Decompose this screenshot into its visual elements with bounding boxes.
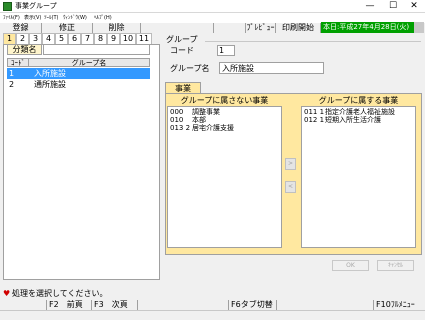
item-name: 短期入所生活介護 — [325, 116, 381, 124]
menu-file[interactable]: ﾌｧｲﾙ(F) — [3, 13, 20, 23]
tab-11[interactable]: 11 — [136, 33, 152, 44]
table-row[interactable]: 2 通所施設 — [7, 79, 150, 90]
list-item[interactable]: 012 1 短期入所生活介護 — [304, 117, 414, 125]
app-icon — [3, 2, 12, 11]
tab-6[interactable]: 6 — [68, 33, 81, 44]
row-name: 入所施設 — [34, 69, 66, 78]
ok-button[interactable]: OK — [332, 260, 369, 271]
category-input[interactable] — [43, 44, 150, 55]
group-name-label: グループ名 — [170, 64, 210, 73]
tab-2[interactable]: 2 — [16, 33, 29, 44]
modify-button[interactable]: 修正 — [42, 23, 93, 33]
tab-1[interactable]: 1 — [3, 33, 16, 44]
menu-view[interactable]: 表示(V) — [24, 13, 41, 23]
row-name: 通所施設 — [34, 80, 66, 89]
item-name: 指定介護老人福祉施設 — [325, 108, 395, 116]
register-button[interactable]: 登録 — [0, 23, 42, 33]
row-code: 2 — [9, 80, 15, 89]
group-divider — [205, 41, 421, 42]
toolbar-spacer — [141, 23, 214, 33]
tab-5[interactable]: 5 — [55, 33, 68, 44]
tab-7[interactable]: 7 — [81, 33, 94, 44]
window-title: 事業グループ — [15, 2, 57, 10]
list-item[interactable]: 000 調整事業 — [170, 109, 280, 117]
fkey-f2[interactable]: F2 前頁 — [47, 300, 92, 310]
cancel-button[interactable]: ｷｬﾝｾﾙ — [377, 260, 414, 271]
list-item[interactable]: 013 2 居宅介護支援 — [170, 125, 280, 133]
menu-help[interactable]: ﾍﾙﾌﾟ(H) — [94, 13, 112, 23]
fkey-lower-row — [0, 310, 425, 320]
tab-business[interactable]: 事業 — [165, 82, 201, 93]
move-right-button[interactable]: > — [285, 158, 296, 170]
item-name: 本部 — [192, 116, 206, 124]
fkey-f7-f9[interactable] — [277, 300, 374, 310]
heart-icon: ♥ — [3, 289, 11, 298]
delete-button[interactable]: 削除 — [93, 23, 141, 33]
status-message: 処理を選択してください。 — [12, 289, 108, 298]
close-button[interactable]: ✕ — [404, 0, 424, 13]
menu-window[interactable]: ｳｨﾝﾄﾞｳ(W) — [63, 13, 87, 23]
not-belong-header: グループに属さない事業 — [180, 96, 269, 105]
tab-9[interactable]: 9 — [107, 33, 120, 44]
not-belong-list[interactable]: 000 調整事業 010 本部 013 2 居宅介護支援 — [167, 106, 282, 248]
belong-header: グループに属する事業 — [318, 96, 399, 105]
group-name-field[interactable]: 入所施設 — [219, 62, 324, 74]
row-code: 1 — [9, 69, 15, 78]
category-label: 分類名 — [7, 44, 42, 55]
item-code: 010 — [170, 116, 184, 124]
table-row[interactable]: 1 入所施設 — [7, 68, 150, 79]
code-column-header[interactable]: ｺｰﾄﾞ — [7, 58, 29, 67]
tab-10[interactable]: 10 — [120, 33, 136, 44]
item-code: 012 1 — [304, 116, 325, 124]
item-code: 000 — [170, 108, 184, 116]
item-code: 011 1 — [304, 108, 325, 116]
date-icon — [414, 22, 424, 33]
tab-8[interactable]: 8 — [94, 33, 107, 44]
minimize-button[interactable]: — — [360, 0, 380, 13]
item-code: 013 2 — [170, 124, 191, 132]
group-section-label: グループ — [166, 35, 198, 44]
code-label: コード — [170, 46, 194, 55]
code-field[interactable]: 1 — [217, 45, 235, 56]
preview-button[interactable]: ﾌﾟﾚﾋﾞｭｰ — [246, 23, 276, 33]
belong-list[interactable]: 011 1 指定介護老人福祉施設 012 1 短期入所生活介護 — [301, 106, 416, 248]
toolbar-spacer-2 — [214, 23, 246, 33]
name-column-header[interactable]: グループ名 — [28, 58, 150, 67]
item-name: 居宅介護支援 — [192, 124, 234, 132]
fkey-f6[interactable]: F6タブ切替 — [229, 300, 277, 310]
fkey-f3[interactable]: F3 次頁 — [92, 300, 138, 310]
menu-tools[interactable]: ﾂｰﾙ(T) — [44, 13, 58, 23]
move-left-button[interactable]: < — [285, 181, 296, 193]
date-status: 本日:平成27年4月28日(火) — [321, 22, 415, 33]
fkey-f10[interactable]: F10ﾌﾙﾒﾆｭｰ — [374, 300, 425, 310]
tab-3[interactable]: 3 — [29, 33, 42, 44]
tab-4[interactable]: 4 — [42, 33, 55, 44]
maximize-button[interactable]: ☐ — [383, 0, 403, 13]
print-button[interactable]: 印刷開始 — [276, 23, 321, 33]
item-name: 調整事業 — [192, 108, 220, 116]
fkey-f1[interactable] — [0, 300, 47, 310]
fkey-f4-f5[interactable] — [138, 300, 229, 310]
